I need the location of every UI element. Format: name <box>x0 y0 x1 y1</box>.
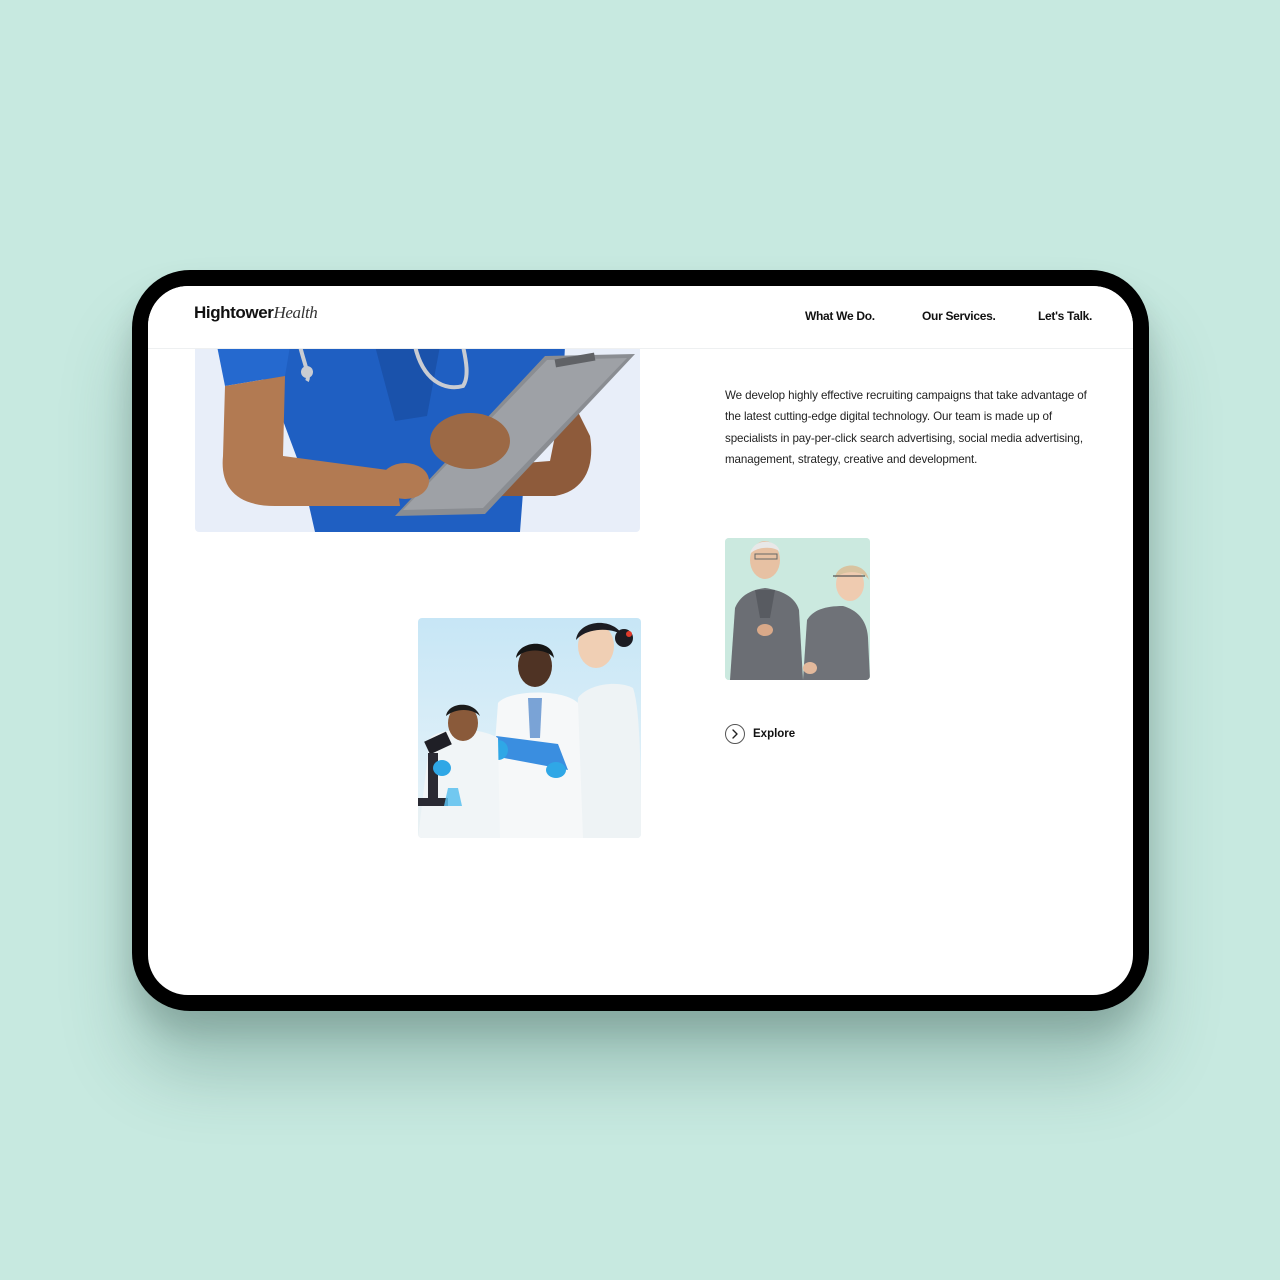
lab-scientists-photo <box>418 618 641 838</box>
site-header: HightowerHealth What We Do. Our Services… <box>148 286 1133 349</box>
site-logo[interactable]: HightowerHealth <box>194 303 318 323</box>
browser-viewport: HightowerHealth What We Do. Our Services… <box>148 286 1133 995</box>
chevron-right-icon[interactable] <box>725 724 745 744</box>
explore-link[interactable]: Explore <box>725 723 795 745</box>
nurse-photo <box>195 346 640 532</box>
explore-label[interactable]: Explore <box>753 728 795 740</box>
nav-lets-talk[interactable]: Let's Talk. <box>1038 309 1092 323</box>
logo-bold-text: Hightower <box>194 303 274 322</box>
logo-light-text: Health <box>273 303 318 322</box>
nav-what-we-do[interactable]: What We Do. <box>805 309 875 323</box>
tablet-frame: HightowerHealth What We Do. Our Services… <box>132 270 1149 1011</box>
intro-paragraph: We develop highly effective recruiting c… <box>725 388 1087 467</box>
seniors-walking-photo <box>725 538 870 680</box>
nav-our-services[interactable]: Our Services. <box>922 309 996 323</box>
